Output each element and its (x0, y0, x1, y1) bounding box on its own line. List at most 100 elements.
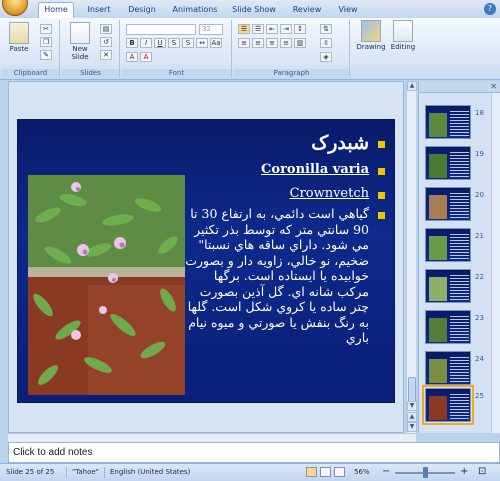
zoom-slider-thumb[interactable] (423, 467, 428, 478)
slides-pane-scrollbar[interactable] (491, 93, 500, 433)
fit-to-window-icon[interactable]: ⊡ (478, 466, 486, 477)
thumb-text (450, 275, 469, 301)
zoom-in-icon[interactable]: + (460, 466, 468, 477)
notes-placeholder[interactable]: Click to add notes (13, 447, 93, 458)
scroll-down-icon[interactable]: ▼ (407, 401, 417, 411)
tab-view[interactable]: View (334, 3, 362, 18)
shadow-icon[interactable]: S (182, 38, 194, 48)
tab-insert[interactable]: Insert (82, 3, 116, 18)
font-name-field[interactable] (126, 24, 196, 35)
slide-number: 20 (475, 191, 484, 199)
tab-animations[interactable]: Animations (170, 3, 220, 18)
thumb-text (450, 152, 469, 178)
current-slide[interactable]: شبدرک Coronilla varia Crownvetch گياهي ا… (17, 119, 395, 403)
slide-thumbnail-22[interactable] (425, 269, 471, 303)
slide-thumbnail-25[interactable] (422, 385, 474, 425)
format-painter-icon[interactable]: ✎ (40, 50, 52, 60)
bold-icon[interactable]: B (126, 38, 138, 48)
thumb-text (450, 357, 469, 383)
next-slide-icon[interactable]: ▼ (407, 422, 417, 432)
text-direction-icon[interactable]: ⇅ (320, 24, 332, 34)
paragraph-group-label: Paragraph (234, 69, 349, 78)
new-slide-button[interactable]: New Slide (66, 22, 94, 66)
tab-slide-show[interactable]: Slide Show (229, 3, 279, 18)
thumb-text (450, 234, 469, 260)
decrease-indent-icon[interactable]: ⇤ (266, 24, 278, 34)
slide-thumbnail-23[interactable] (425, 310, 471, 344)
clipboard-group: Paste ✂ ❐ ✎ Clipboard (2, 20, 60, 78)
clear-format-icon[interactable]: A (126, 52, 138, 62)
title-bullet (378, 141, 385, 148)
ribbon: Paste ✂ ❐ ✎ Clipboard New Slide ▤ ↺ ✕ Sl… (0, 18, 500, 80)
common-name[interactable]: Crownvetch (290, 186, 369, 201)
thumb-image (429, 396, 447, 420)
slide-thumbnail-18[interactable] (425, 105, 471, 139)
slide-vertical-scrollbar[interactable]: ▲ ▼ ▲ ▼ (406, 81, 417, 433)
notes-pane[interactable]: Click to add notes (8, 442, 500, 463)
cut-icon[interactable]: ✂ (40, 24, 52, 34)
reset-icon[interactable]: ↺ (100, 37, 112, 47)
copy-icon[interactable]: ❐ (40, 37, 52, 47)
slide-thumbnail-21[interactable] (425, 228, 471, 262)
line-spacing-icon[interactable]: ↕ (294, 24, 306, 34)
slide-thumbnail-20[interactable] (425, 187, 471, 221)
thumb-text (450, 394, 469, 420)
description-bullet (378, 212, 385, 219)
normal-view-icon[interactable] (306, 467, 317, 477)
font-color-icon[interactable]: A (140, 52, 152, 62)
horizontal-scrollbar[interactable] (8, 433, 416, 442)
new-slide-label: New Slide (71, 45, 89, 61)
delete-slide-icon[interactable]: ✕ (100, 50, 112, 60)
slides-group: New Slide ▤ ↺ ✕ Slides (62, 20, 120, 78)
increase-indent-icon[interactable]: ⇥ (280, 24, 292, 34)
slides-pane-header: ✕ (419, 81, 500, 93)
ribbon-tab-bar: Home Insert Design Animations Slide Show… (0, 0, 500, 18)
bullets-icon[interactable]: ☰ (238, 24, 250, 34)
align-right-icon[interactable]: ≡ (266, 38, 278, 48)
align-center-icon[interactable]: ≡ (252, 38, 264, 48)
slide-number: 18 (475, 109, 484, 117)
plant-photo[interactable] (28, 175, 185, 395)
drawing-button[interactable]: Drawing (356, 20, 386, 64)
plant-description[interactable]: گياهي است دائمي، به ارتفاع 30 تا 90 سانت… (181, 206, 369, 346)
layout-icon[interactable]: ▤ (100, 24, 112, 34)
font-size-field[interactable]: 32 (199, 24, 223, 35)
paste-button[interactable]: Paste (6, 22, 32, 66)
strikethrough-icon[interactable]: S (168, 38, 180, 48)
help-icon[interactable]: ? (484, 3, 496, 15)
status-divider (66, 467, 67, 478)
tab-design[interactable]: Design (124, 3, 160, 18)
slide-sorter-icon[interactable] (320, 467, 331, 477)
editing-button[interactable]: Editing (388, 20, 418, 64)
align-text-icon[interactable]: ⇳ (320, 38, 332, 48)
align-left-icon[interactable]: ≡ (238, 38, 250, 48)
language[interactable]: English (United States) (110, 468, 190, 476)
columns-icon[interactable]: ▥ (294, 38, 306, 48)
scientific-name[interactable]: Coronilla varia (261, 162, 369, 177)
slide-thumbnail-19[interactable] (425, 146, 471, 180)
italic-icon[interactable]: I (140, 38, 152, 48)
zoom-level[interactable]: 56% (354, 468, 370, 476)
close-pane-icon[interactable]: ✕ (490, 82, 497, 91)
underline-icon[interactable]: U (154, 38, 166, 48)
previous-slide-icon[interactable]: ▲ (407, 412, 417, 422)
slide-editing-area[interactable]: شبدرک Coronilla varia Crownvetch گياهي ا… (8, 81, 404, 433)
zoom-out-icon[interactable]: − (382, 466, 390, 477)
tab-home[interactable]: Home (38, 2, 74, 18)
drawing-label: Drawing (356, 43, 386, 51)
slide-show-icon[interactable] (334, 467, 345, 477)
justify-icon[interactable]: ≡ (280, 38, 292, 48)
slide-thumbnail-24[interactable] (425, 351, 471, 385)
spacing-icon[interactable]: ↔ (196, 38, 208, 48)
slide-number: 24 (475, 355, 484, 363)
thumb-image (429, 195, 447, 219)
slide-title[interactable]: شبدرک (311, 132, 369, 154)
clipboard-group-label: Clipboard (2, 69, 59, 78)
change-case-icon[interactable]: Aa (210, 38, 222, 48)
scroll-up-icon[interactable]: ▲ (407, 81, 417, 91)
tab-review[interactable]: Review (290, 3, 324, 18)
numbering-icon[interactable]: ☰ (252, 24, 264, 34)
thumb-image (429, 154, 447, 178)
smartart-icon[interactable]: ◈ (320, 52, 332, 62)
office-button-icon[interactable] (2, 0, 28, 16)
